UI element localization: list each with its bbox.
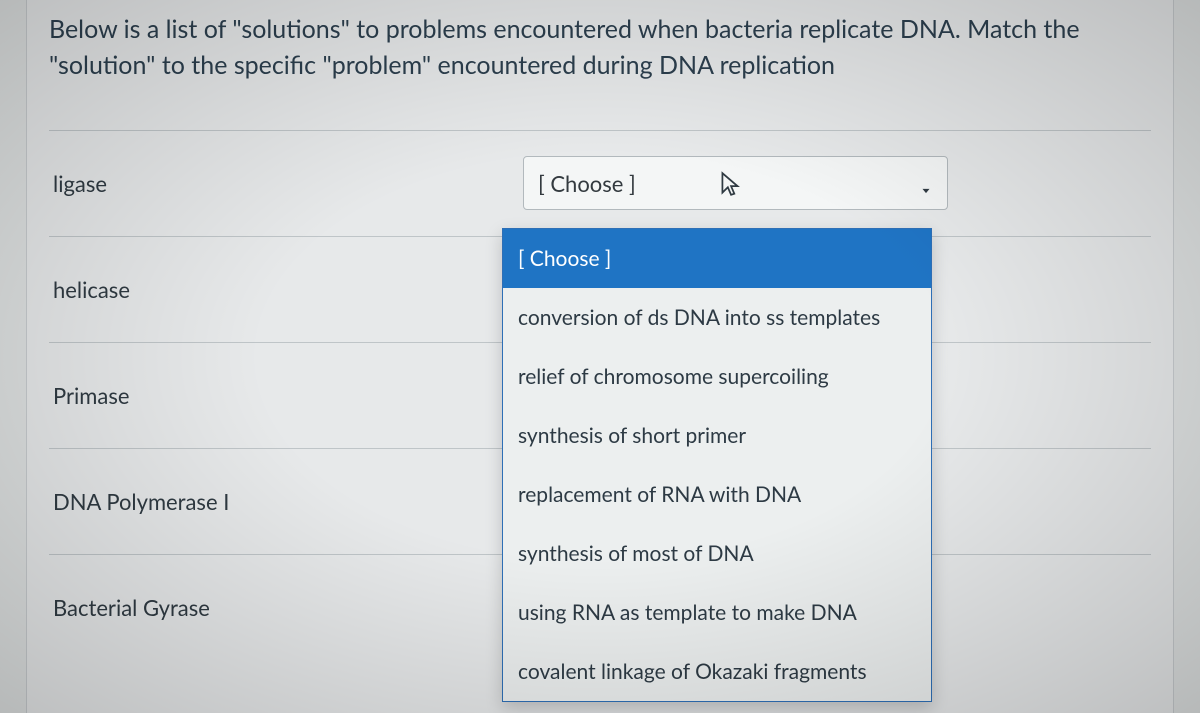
item-label: ligase — [53, 170, 523, 197]
item-label: DNA Polymerase I — [53, 488, 523, 515]
select-placeholder: [ Choose ] — [538, 170, 919, 197]
dropdown-option[interactable]: [ Choose ] — [503, 229, 931, 288]
dropdown-option[interactable]: using RNA as template to make DNA — [503, 583, 931, 642]
dropdown-option[interactable]: synthesis of short primer — [503, 406, 931, 465]
select-ligase[interactable]: [ Choose ] — [523, 156, 948, 210]
item-label: Bacterial Gyrase — [53, 594, 523, 621]
chevron-down-icon — [919, 176, 933, 190]
dropdown-option[interactable]: conversion of ds DNA into ss templates — [503, 288, 931, 347]
dropdown-listbox[interactable]: [ Choose ] conversion of ds DNA into ss … — [502, 228, 932, 702]
dropdown-option[interactable]: replacement of RNA with DNA — [503, 465, 931, 524]
dropdown-option[interactable]: covalent linkage of Okazaki fragments — [503, 642, 931, 701]
item-label: Primase — [53, 382, 523, 409]
question-prompt: Below is a list of "solutions" to proble… — [49, 11, 1151, 84]
match-row-ligase: ligase [ Choose ] — [49, 130, 1151, 236]
item-label: helicase — [53, 276, 523, 303]
dropdown-option[interactable]: synthesis of most of DNA — [503, 524, 931, 583]
dropdown-option[interactable]: relief of chromosome supercoiling — [503, 347, 931, 406]
